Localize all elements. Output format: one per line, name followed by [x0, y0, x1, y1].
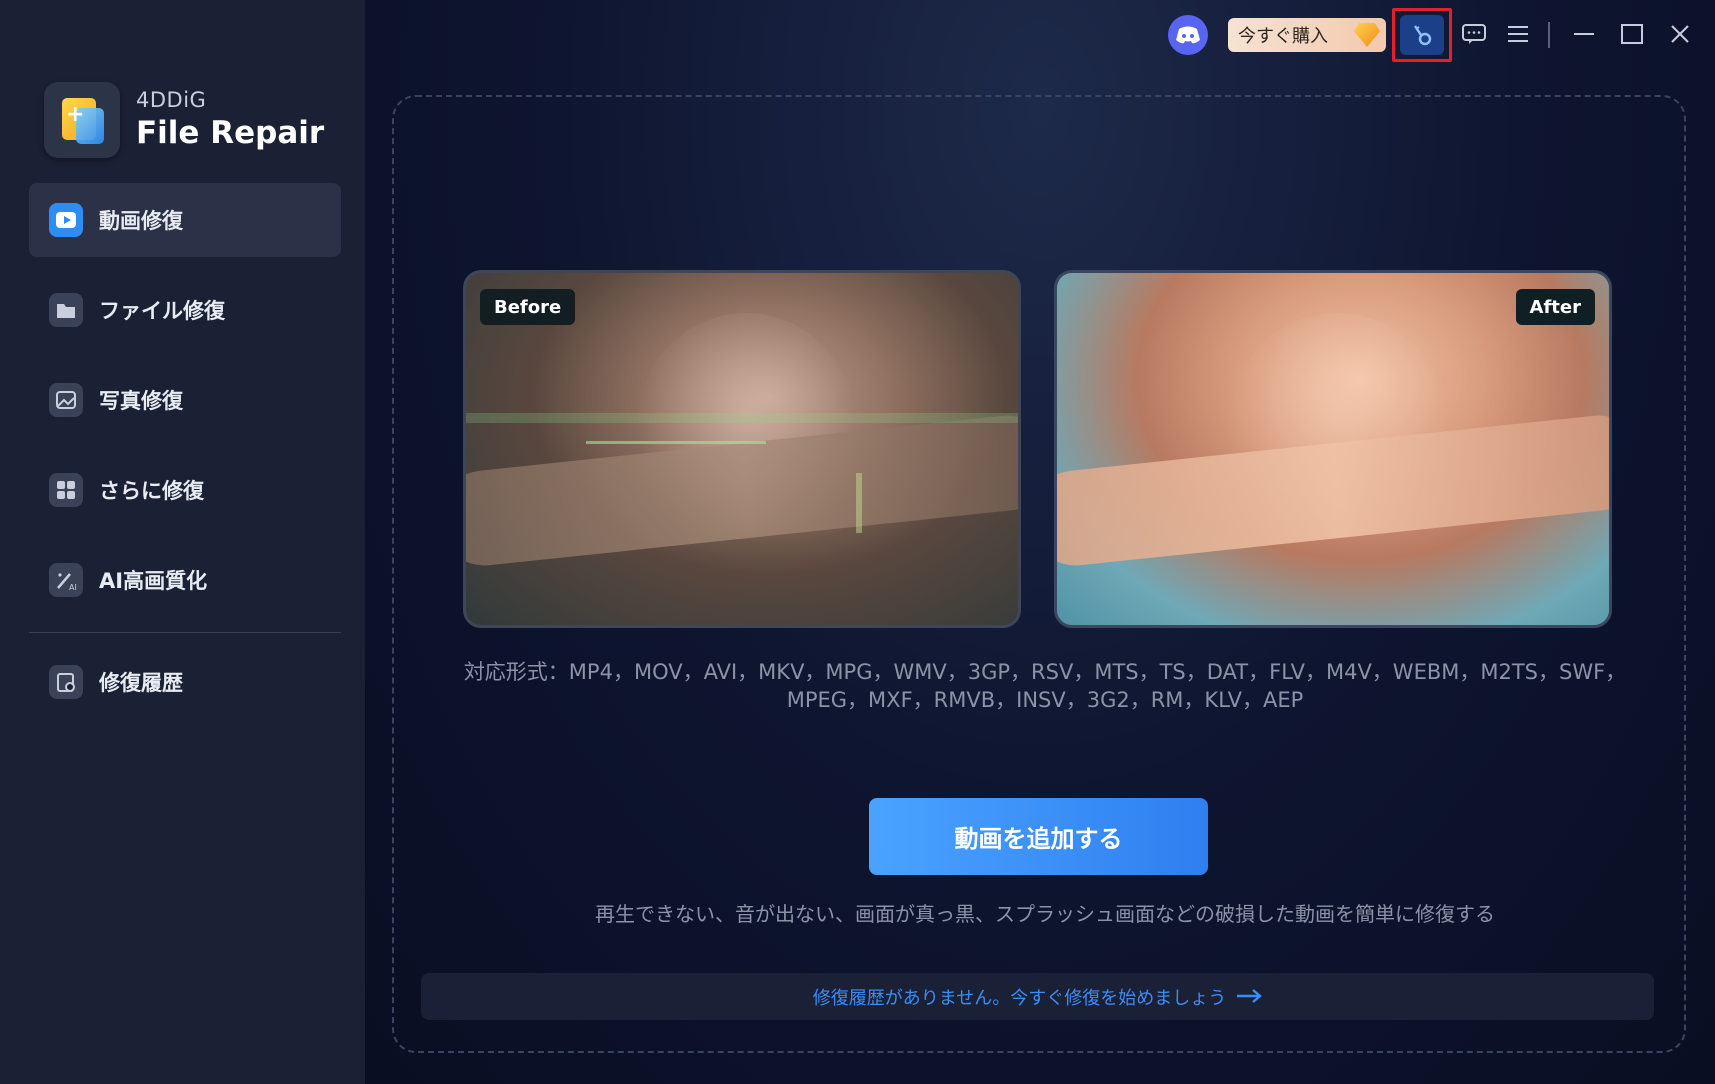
folder-icon — [49, 293, 83, 327]
after-preview-image: After — [1054, 270, 1612, 628]
ai-wand-icon: AI — [49, 563, 83, 597]
key-icon — [1400, 15, 1444, 55]
sidebar-item-video-repair[interactable]: 動画修復 — [29, 183, 341, 257]
sidebar-item-label: ファイル修復 — [99, 299, 225, 323]
history-clipboard-icon — [49, 665, 83, 699]
sidebar-item-label: 動画修復 — [99, 209, 183, 233]
menu-icon[interactable] — [1498, 14, 1538, 54]
video-icon — [49, 203, 83, 237]
before-preview-image: Before — [463, 270, 1021, 628]
discord-icon[interactable] — [1168, 15, 1208, 55]
sidebar-item-more-repair[interactable]: さらに修復 — [29, 453, 341, 527]
image-icon — [49, 383, 83, 417]
sidebar-divider — [29, 632, 341, 633]
titlebar-separator — [1548, 22, 1550, 48]
add-video-description: 再生できない、音が出ない、画面が真っ黒、スプラッシュ画面などの破損した動画を簡単… — [595, 902, 1495, 926]
history-prompt-text: 修復履歴がありません。今すぐ修復を始めましょう — [812, 987, 1227, 1009]
feedback-chat-icon[interactable] — [1454, 14, 1494, 54]
buy-now-button[interactable]: 今すぐ購入 — [1228, 18, 1386, 52]
before-tag: Before — [480, 289, 576, 325]
sidebar-item-photo-repair[interactable]: 写真修復 — [29, 363, 341, 437]
sidebar-item-file-repair[interactable]: ファイル修復 — [29, 273, 341, 347]
supported-formats-line1: 対応形式：MP4，MOV，AVI，MKV，MPG，WMV，3GP，RSV，MTS… — [463, 660, 1627, 684]
minimize-icon[interactable] — [1564, 14, 1604, 54]
sidebar-item-label: さらに修復 — [99, 479, 204, 503]
brand-name: File Repair — [136, 115, 325, 151]
arrow-right-icon — [1236, 984, 1263, 1009]
add-video-button[interactable]: 動画を追加する — [869, 798, 1208, 875]
sidebar-item-label: 写真修復 — [99, 389, 183, 413]
grid-icon — [49, 473, 83, 507]
sidebar-item-ai-enhance[interactable]: AI AI高画質化 — [29, 543, 341, 617]
supported-formats-line2: MPEG，MXF，RMVB，INSV，3G2，RM，KLV，AEP — [786, 688, 1304, 712]
after-tag: After — [1515, 289, 1595, 325]
sidebar: + 4DDiG File Repair 動画修復 ファイル修復 写真修復 さらに… — [0, 0, 365, 1084]
diamond-icon — [1354, 23, 1380, 47]
supported-formats: 対応形式：MP4，MOV，AVI，MKV，MPG，WMV，3GP，RSV，MTS… — [430, 658, 1660, 714]
sidebar-item-history[interactable]: 修復履歴 — [29, 645, 341, 719]
history-prompt-link[interactable]: 修復履歴がありません。今すぐ修復を始めましょう — [421, 973, 1654, 1020]
sidebar-item-label: AI高画質化 — [99, 569, 208, 593]
brand-name-small: 4DDiG — [136, 88, 207, 112]
sidebar-item-label: 修復履歴 — [99, 671, 183, 695]
close-icon[interactable] — [1660, 14, 1700, 54]
register-key-button[interactable] — [1392, 8, 1452, 62]
svg-text:AI: AI — [69, 583, 77, 592]
app-logo: + — [44, 82, 120, 158]
buy-now-label: 今すぐ購入 — [1238, 26, 1328, 47]
maximize-icon[interactable] — [1612, 14, 1652, 54]
